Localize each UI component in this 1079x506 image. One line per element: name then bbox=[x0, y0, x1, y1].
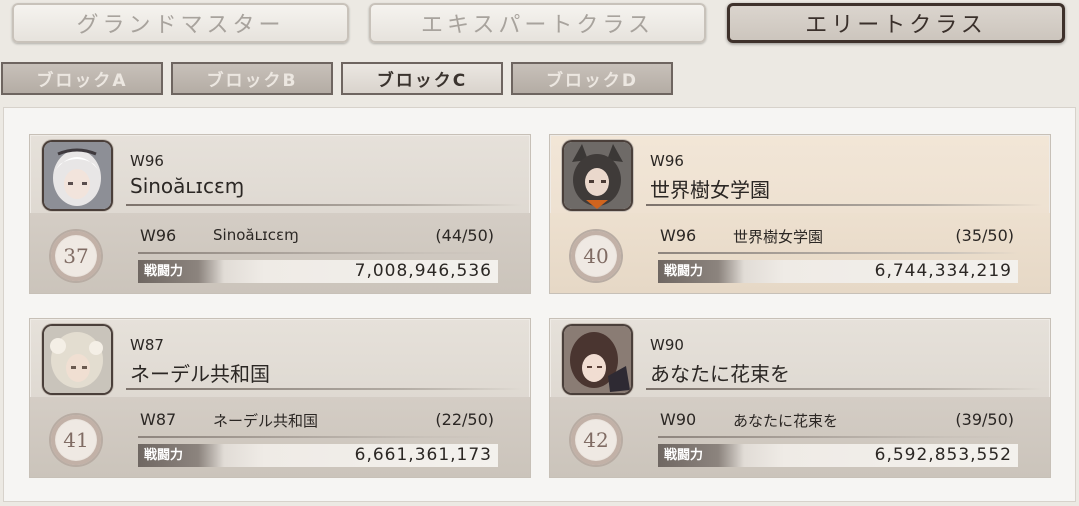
member-count: (35/50) bbox=[955, 226, 1014, 245]
combat-power-value: 6,661,361,173 bbox=[354, 445, 492, 465]
character-portrait-icon bbox=[44, 142, 111, 209]
combat-power-value: 6,592,853,552 bbox=[874, 445, 1012, 465]
combat-power-bar: 戦闘力 6,744,334,219 bbox=[658, 260, 1018, 283]
member-count: (22/50) bbox=[435, 410, 494, 429]
guild-card[interactable]: W90 あなたに花束を 42 W90 あなたに花束を (39/50) 戦闘力 6… bbox=[550, 319, 1050, 477]
guild-world: W87 bbox=[130, 336, 164, 354]
character-portrait-icon bbox=[564, 326, 631, 393]
guild-world: W96 bbox=[130, 152, 164, 170]
combat-power-bar: 戦闘力 6,592,853,552 bbox=[658, 444, 1018, 467]
divider bbox=[126, 204, 522, 206]
rank-badge: 37 bbox=[51, 231, 101, 281]
rank-badge: 40 bbox=[571, 231, 621, 281]
combat-power-label: 戦闘力 bbox=[138, 260, 224, 283]
divider bbox=[126, 388, 522, 390]
guild-name: 世界樹女学園 bbox=[650, 178, 770, 202]
detail-world: W96 bbox=[140, 226, 177, 245]
guild-avatar bbox=[564, 326, 631, 393]
combat-power-bar: 戦闘力 6,661,361,173 bbox=[138, 444, 498, 467]
detail-world: W90 bbox=[660, 410, 697, 429]
block-tab-c[interactable]: ブロックC bbox=[341, 62, 503, 95]
guild-world: W96 bbox=[650, 152, 684, 170]
detail-guild-name: ネーデル共和国 bbox=[213, 412, 319, 430]
ranking-panel: W96 Sinoăʟɪcɛɱ 37 W96 Sinoăʟɪcɛɱ (44/50)… bbox=[3, 107, 1076, 502]
guild-card[interactable]: W87 ネーデル共和国 41 W87 ネーデル共和国 (22/50) 戦闘力 6… bbox=[30, 319, 530, 477]
detail-guild-name: あなたに花束を bbox=[733, 412, 839, 430]
guild-name: Sinoăʟɪcɛɱ bbox=[130, 174, 245, 198]
guild-name: あなたに花束を bbox=[650, 362, 790, 386]
detail-world: W96 bbox=[660, 226, 697, 245]
member-count: (44/50) bbox=[435, 226, 494, 245]
block-tab-b[interactable]: ブロックB bbox=[171, 62, 333, 95]
block-tab-a[interactable]: ブロックA bbox=[1, 62, 163, 95]
divider bbox=[646, 204, 1042, 206]
guild-card[interactable]: W96 世界樹女学園 40 W96 世界樹女学園 (35/50) 戦闘力 6,7… bbox=[550, 135, 1050, 293]
member-count: (39/50) bbox=[955, 410, 1014, 429]
character-portrait-icon bbox=[44, 326, 111, 393]
rank-badge: 42 bbox=[571, 415, 621, 465]
detail-guild-name: Sinoăʟɪcɛɱ bbox=[213, 226, 299, 244]
guild-card[interactable]: W96 Sinoăʟɪcɛɱ 37 W96 Sinoăʟɪcɛɱ (44/50)… bbox=[30, 135, 530, 293]
guild-world: W90 bbox=[650, 336, 684, 354]
block-tab-d[interactable]: ブロックD bbox=[511, 62, 673, 95]
rank-badge: 41 bbox=[51, 415, 101, 465]
divider bbox=[658, 252, 1018, 254]
detail-guild-name: 世界樹女学園 bbox=[733, 228, 824, 246]
guild-avatar bbox=[564, 142, 631, 209]
tab-elite-class[interactable]: エリートクラス bbox=[727, 3, 1065, 43]
guild-name: ネーデル共和国 bbox=[130, 362, 270, 386]
combat-power-value: 7,008,946,536 bbox=[354, 261, 492, 281]
combat-power-value: 6,744,334,219 bbox=[874, 261, 1012, 281]
tab-grand-master[interactable]: グランドマスター bbox=[12, 3, 349, 43]
divider bbox=[138, 252, 498, 254]
divider bbox=[138, 436, 498, 438]
divider bbox=[658, 436, 1018, 438]
guild-avatar bbox=[44, 326, 111, 393]
combat-power-label: 戦闘力 bbox=[658, 444, 744, 467]
divider bbox=[646, 388, 1042, 390]
guild-avatar bbox=[44, 142, 111, 209]
combat-power-label: 戦闘力 bbox=[658, 260, 744, 283]
combat-power-label: 戦闘力 bbox=[138, 444, 224, 467]
combat-power-bar: 戦闘力 7,008,946,536 bbox=[138, 260, 498, 283]
tab-expert-class[interactable]: エキスパートクラス bbox=[369, 3, 706, 43]
detail-world: W87 bbox=[140, 410, 177, 429]
character-portrait-icon bbox=[564, 142, 631, 209]
